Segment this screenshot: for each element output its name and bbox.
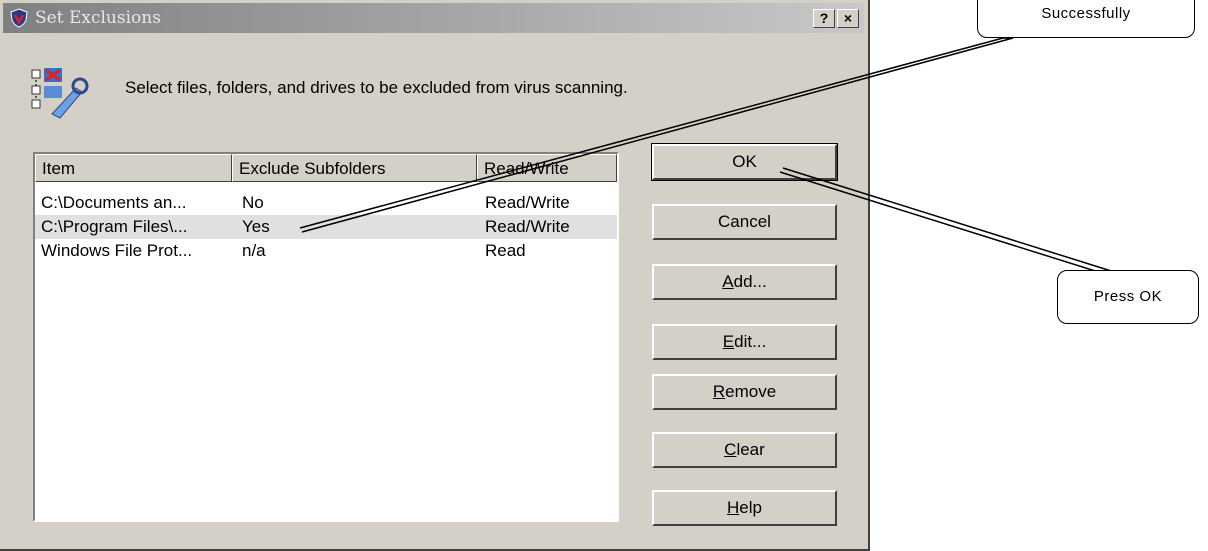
annotation-lines: [299, 37, 1125, 276]
callout-pointer-top: [299, 37, 1014, 233]
callout-press-ok: Press OK: [1057, 270, 1199, 324]
callout-pointer-ok: [779, 167, 1125, 276]
callout-successfully: Successfully: [977, 0, 1195, 38]
